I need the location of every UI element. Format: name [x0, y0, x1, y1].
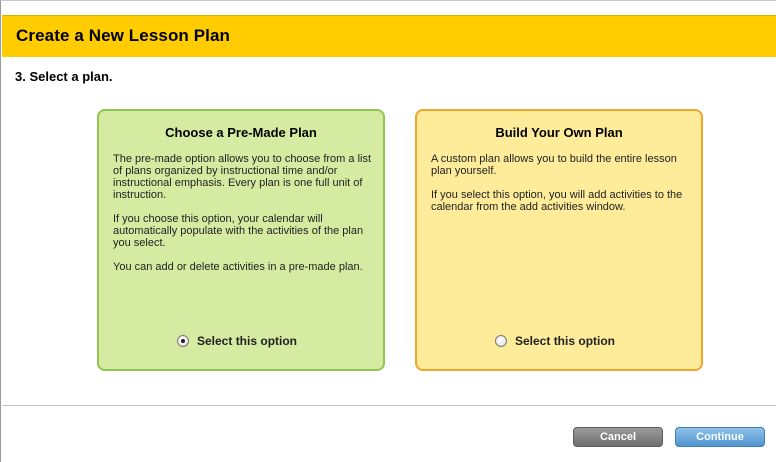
- dialog-header: Create a New Lesson Plan: [2, 15, 776, 57]
- premade-plan-option-card[interactable]: Choose a Pre-Made Plan The pre-made opti…: [97, 109, 385, 371]
- custom-plan-title: Build Your Own Plan: [495, 125, 623, 140]
- premade-plan-paragraph: You can add or delete activities in a pr…: [113, 261, 363, 273]
- footer-divider: [2, 405, 776, 406]
- continue-button[interactable]: Continue: [675, 427, 765, 447]
- custom-plan-radio-label[interactable]: Select this option: [515, 334, 615, 348]
- premade-plan-title: Choose a Pre-Made Plan: [165, 125, 317, 140]
- custom-plan-option-card[interactable]: Build Your Own Plan A custom plan allows…: [415, 109, 703, 371]
- lesson-plan-dialog: Create a New Lesson Plan 3. Select a pla…: [0, 0, 776, 462]
- custom-plan-paragraph: A custom plan allows you to build the en…: [431, 153, 677, 177]
- premade-plan-radio[interactable]: [177, 335, 189, 347]
- premade-plan-select-option[interactable]: Select this option: [177, 333, 297, 349]
- custom-plan-description: A custom plan allows you to build the en…: [431, 153, 693, 225]
- cancel-button[interactable]: Cancel: [573, 427, 663, 447]
- custom-plan-select-option[interactable]: Select this option: [495, 333, 615, 349]
- premade-plan-paragraph: If you choose this option, your calendar…: [113, 213, 364, 249]
- custom-plan-radio[interactable]: [495, 335, 507, 347]
- step-title: 3. Select a plan.: [15, 69, 113, 84]
- dialog-title: Create a New Lesson Plan: [16, 26, 231, 45]
- premade-plan-paragraph: The pre-made option allows you to choose…: [113, 153, 372, 201]
- custom-plan-paragraph: If you select this option, you will add …: [431, 189, 683, 213]
- premade-plan-radio-label[interactable]: Select this option: [197, 334, 297, 348]
- premade-plan-description: The pre-made option allows you to choose…: [113, 153, 375, 285]
